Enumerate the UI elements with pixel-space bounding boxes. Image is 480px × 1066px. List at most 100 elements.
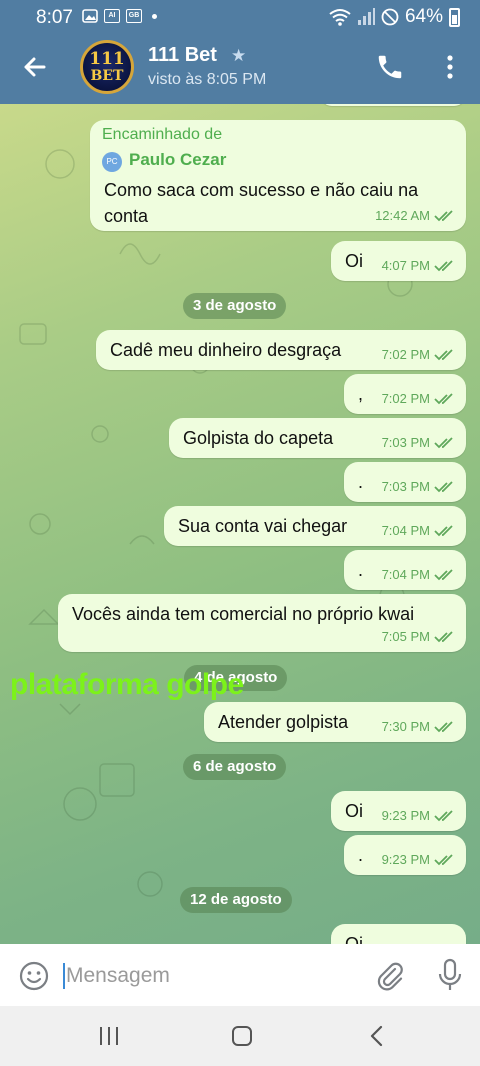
ai-badge-icon: AI xyxy=(104,9,120,23)
message-text: Atender golpista xyxy=(218,712,349,732)
read-ticks-icon xyxy=(434,348,453,360)
home-icon[interactable] xyxy=(231,1025,253,1047)
message-text: Como saca com sucesso e não caiu na xyxy=(104,180,419,200)
chat-area[interactable]: Encaminhado de PC Paulo Cezar Como saca … xyxy=(0,104,480,944)
message-time: 7:02 PM xyxy=(381,391,430,406)
avatar-text-top: 111 xyxy=(89,49,125,69)
battery-percent: 64% xyxy=(404,6,443,27)
forward-sender-name[interactable]: Paulo Cezar xyxy=(129,150,226,170)
message-text: Golpista do capeta xyxy=(183,428,334,448)
message-text: . xyxy=(358,560,364,580)
message-time: 7:05 PM xyxy=(381,629,430,644)
read-ticks-icon xyxy=(434,524,453,536)
message-text: Oi xyxy=(345,801,363,821)
message-meta: 7:02 PM xyxy=(382,391,456,406)
message-time: 7:03 PM xyxy=(381,435,430,450)
message-bubble[interactable]: Atender golpista 7:30 PM xyxy=(204,702,466,742)
message-time: 7:04 PM xyxy=(381,523,430,538)
gallery-icon xyxy=(82,9,98,23)
message-bubble[interactable]: Sua conta vai chegar 7:04 PM xyxy=(164,506,466,546)
message-meta: 9:23 PM xyxy=(382,808,456,823)
message-meta: 12:42 AM xyxy=(375,208,456,223)
date-separator: 6 de agosto xyxy=(183,754,287,780)
avatar[interactable]: 111 BET xyxy=(80,40,134,94)
forwarded-label: Encaminhado de xyxy=(102,126,223,143)
battery-icon xyxy=(449,7,460,27)
wifi-icon xyxy=(329,9,351,26)
last-seen-status: visto às 8:05 PM xyxy=(148,71,267,88)
message-input-bar: Mensagem xyxy=(0,944,480,1006)
text-cursor xyxy=(63,963,65,989)
message-meta: 7:03 PM xyxy=(382,435,456,450)
message-text: Oi xyxy=(345,251,363,271)
message-time: 12:42 AM xyxy=(375,208,430,223)
status-bar: 8:07 AI GB 64% xyxy=(0,0,480,34)
message-bubble-partial[interactable] xyxy=(320,104,466,106)
phone-icon[interactable] xyxy=(375,52,405,82)
emoji-icon[interactable] xyxy=(18,960,50,992)
forwarded-message[interactable]: Encaminhado de PC Paulo Cezar Como saca … xyxy=(90,120,466,231)
message-meta: 7:03 PM xyxy=(382,479,456,494)
read-ticks-icon xyxy=(434,720,453,732)
back-arrow-icon[interactable] xyxy=(18,50,52,84)
status-left-icons: AI GB xyxy=(82,9,157,23)
read-ticks-icon xyxy=(434,630,453,642)
read-ticks-icon xyxy=(434,853,453,865)
ai-badge-icon: GB xyxy=(126,9,142,23)
message-text: Cadê meu dinheiro desgraça xyxy=(110,340,342,360)
recent-apps-icon[interactable] xyxy=(98,1025,120,1047)
message-bubble[interactable]: Oi 4:07 PM xyxy=(331,241,466,281)
chat-title[interactable]: 111 Bet xyxy=(148,44,217,67)
message-bubble[interactable]: Oi 9:23 PM xyxy=(331,791,466,831)
read-ticks-icon xyxy=(434,480,453,492)
message-bubble[interactable]: Vocês ainda tem comercial no próprio kwa… xyxy=(58,594,466,652)
message-bubble-partial[interactable]: Oi xyxy=(331,924,466,944)
message-time: 7:02 PM xyxy=(381,347,430,362)
verified-star-icon: ★ xyxy=(231,46,247,65)
date-separator: 12 de agosto xyxy=(180,887,292,913)
message-bubble[interactable]: , 7:02 PM xyxy=(344,374,466,414)
date-separator: 3 de agosto xyxy=(183,293,287,319)
overlay-caption: plataforma golpe xyxy=(10,668,244,701)
message-bubble[interactable]: . 9:23 PM xyxy=(344,835,466,875)
read-ticks-icon xyxy=(434,436,453,448)
mic-icon[interactable] xyxy=(436,958,464,992)
message-time: 9:23 PM xyxy=(381,852,430,867)
attach-icon[interactable] xyxy=(374,960,406,992)
read-ticks-icon xyxy=(434,209,453,221)
app-bar: 8:07 AI GB 64% 111 BET 111 Bet ★ visto à… xyxy=(0,0,480,104)
signal-icon xyxy=(357,8,375,25)
message-text: . xyxy=(358,472,364,492)
message-input[interactable]: Mensagem xyxy=(66,964,170,988)
system-nav-bar xyxy=(0,1006,480,1066)
message-text: conta xyxy=(104,206,149,226)
forward-sender-avatar[interactable]: PC xyxy=(102,152,122,172)
message-text: Vocês ainda tem comercial no próprio kwa… xyxy=(72,604,415,624)
message-time: 7:04 PM xyxy=(381,567,430,582)
message-time: 7:03 PM xyxy=(381,479,430,494)
message-bubble[interactable]: . 7:04 PM xyxy=(344,550,466,590)
message-bubble[interactable]: Cadê meu dinheiro desgraça 7:02 PM xyxy=(96,330,466,370)
message-bubble[interactable]: . 7:03 PM xyxy=(344,462,466,502)
more-vert-icon[interactable] xyxy=(436,52,464,82)
read-ticks-icon xyxy=(434,568,453,580)
read-ticks-icon xyxy=(434,809,453,821)
message-text: , xyxy=(358,384,364,404)
message-text: Oi xyxy=(345,934,363,944)
message-meta: 9:23 PM xyxy=(382,852,456,867)
notification-dot-icon xyxy=(152,13,157,19)
message-time: 9:23 PM xyxy=(381,808,430,823)
message-bubble[interactable]: Golpista do capeta 7:03 PM xyxy=(169,418,466,458)
message-meta: 4:07 PM xyxy=(382,258,456,273)
message-time: 4:07 PM xyxy=(381,258,430,273)
status-right-icons: 64% xyxy=(329,6,460,28)
message-time: 7:30 PM xyxy=(381,719,430,734)
message-text: Sua conta vai chegar xyxy=(178,516,348,536)
dnd-icon xyxy=(381,8,399,26)
message-text: . xyxy=(358,845,364,865)
message-meta: 7:02 PM xyxy=(382,347,456,362)
avatar-text-bottom: BET xyxy=(90,68,124,84)
nav-back-icon[interactable] xyxy=(368,1025,386,1047)
message-meta: 7:04 PM xyxy=(382,523,456,538)
message-meta: 7:05 PM xyxy=(382,629,456,644)
